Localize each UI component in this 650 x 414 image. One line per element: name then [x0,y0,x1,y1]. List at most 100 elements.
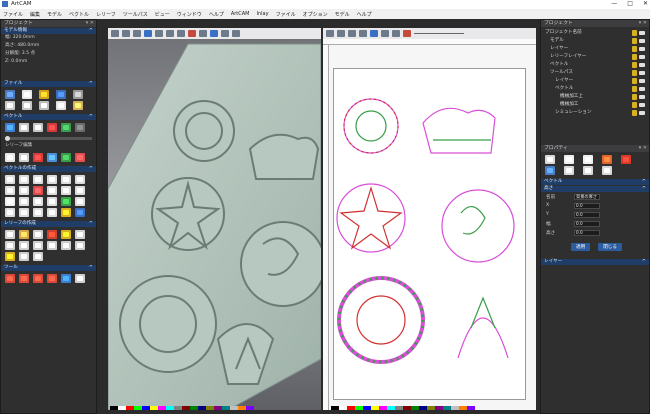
minimize-button[interactable]: — [611,0,617,7]
tool-section[interactable]: ツール ^ [1,265,96,271]
shade-icon[interactable] [210,30,218,37]
grid-toggle-icon[interactable] [199,30,207,37]
tree-item[interactable]: ベクトル [541,61,649,69]
turn-icon[interactable] [19,241,29,250]
zoom-icon[interactable] [155,30,163,37]
align-icon[interactable] [75,186,85,195]
menu-item[interactable]: ヘルプ [357,11,372,18]
visibility-icon[interactable] [639,47,645,51]
list-icon[interactable] [564,166,574,175]
palette-swatch[interactable] [182,406,190,410]
visibility-icon[interactable] [639,111,645,115]
palette-swatch[interactable] [347,406,355,410]
menu-item[interactable]: ファイル [3,11,23,18]
arrow-down-icon[interactable] [583,155,593,164]
view-side-icon[interactable] [144,30,152,37]
profile-icon[interactable] [33,274,43,283]
props-fields-section[interactable]: 高さ ^ [541,186,649,192]
palette-swatch[interactable] [379,406,387,410]
menu-item[interactable]: オプション [303,11,328,18]
tree-item[interactable]: 機械加工 [541,101,649,109]
menu-item[interactable]: ツールパス [123,11,148,18]
palette-swatch[interactable] [166,406,174,410]
menu-item[interactable]: ファイル [276,11,296,18]
props-layer-section[interactable]: レイヤー ^ [541,259,649,265]
join-icon[interactable] [33,208,43,217]
tree-item[interactable]: レイヤー [541,45,649,53]
maximize-button[interactable]: □ [627,0,633,7]
palette-swatch[interactable] [411,406,419,410]
vector-section[interactable]: ベクトル ^ [1,114,96,120]
menu-item[interactable]: ウィンドウ [177,11,202,18]
delete-icon[interactable] [621,155,631,164]
palette-swatch[interactable] [395,406,403,410]
palette-swatch[interactable] [150,406,158,410]
palette-swatch[interactable] [355,406,363,410]
new-file-icon[interactable] [5,90,15,99]
spin-icon[interactable] [33,230,43,239]
menu-item[interactable]: ヘルプ [209,11,224,18]
color-palette-2d[interactable] [331,406,475,410]
color2-icon[interactable] [75,153,85,162]
lock-icon[interactable] [632,94,637,100]
light-icon[interactable] [177,30,185,37]
palette-swatch[interactable] [435,406,443,410]
open-folder-icon[interactable] [39,90,49,99]
scale-relief-icon[interactable] [61,241,71,250]
undo-icon[interactable] [5,101,15,110]
trim-icon[interactable] [19,208,29,217]
slider-track[interactable] [5,136,92,141]
visibility-icon[interactable] [639,87,645,91]
palette-swatch[interactable] [126,406,134,410]
material-icon[interactable] [188,30,196,37]
lock-icon[interactable] [61,208,71,217]
lock-icon[interactable] [632,102,637,108]
lock-icon[interactable] [632,70,637,76]
menu-item[interactable]: 編集 [30,11,40,18]
menu-item[interactable]: Inlay [257,11,269,17]
visibility-icon[interactable] [639,63,645,67]
lock-icon[interactable] [632,54,637,60]
bezier-icon[interactable] [5,186,15,195]
section-icon[interactable] [232,30,240,37]
palette-swatch[interactable] [363,406,371,410]
cut-icon[interactable] [39,101,49,110]
lock-icon[interactable] [632,110,637,116]
select-arrow-icon[interactable] [5,175,15,184]
menu-item[interactable]: ArtCAM [231,11,250,17]
export-icon[interactable] [75,274,85,283]
blend-icon[interactable] [75,208,85,217]
offset-icon[interactable] [47,186,57,195]
relief-create-section[interactable]: レリーフの作成 ^ [1,221,96,227]
view-front-icon[interactable] [133,30,141,37]
polygon-icon[interactable] [47,175,57,184]
pocket-icon[interactable] [47,274,57,283]
paste-icon[interactable] [73,101,83,110]
viewport-3d[interactable] [108,28,321,410]
node-icon[interactable] [5,153,15,162]
property-input[interactable]: 0.0 [574,220,600,227]
pin-icon[interactable]: ▾ ✕ [639,145,647,152]
palette-swatch[interactable] [331,406,339,410]
weld-icon[interactable] [5,208,15,217]
mirror-icon[interactable] [61,186,71,195]
save-icon[interactable] [56,90,66,99]
palette-swatch[interactable] [238,406,246,410]
lock-icon[interactable] [632,78,637,84]
toolpath-icon[interactable] [5,274,15,283]
tree-item[interactable]: シミュレーション [541,109,649,117]
property-input[interactable]: 背景の厚さ [574,193,600,200]
lock-icon[interactable] [632,46,637,52]
props-icon[interactable] [583,166,593,175]
visibility-icon[interactable] [639,103,645,107]
shape-editor-icon[interactable] [5,230,15,239]
model-info-section[interactable]: モデル情報 ^ [1,28,96,34]
palette-swatch[interactable] [459,406,467,410]
simulate-icon[interactable] [61,274,71,283]
smooth-relief-icon[interactable] [47,241,57,250]
two-rail-icon[interactable] [5,241,15,250]
palette-swatch[interactable] [214,406,222,410]
group-icon[interactable] [61,197,71,206]
flag-icon[interactable] [47,123,57,132]
palette-swatch[interactable] [443,406,451,410]
